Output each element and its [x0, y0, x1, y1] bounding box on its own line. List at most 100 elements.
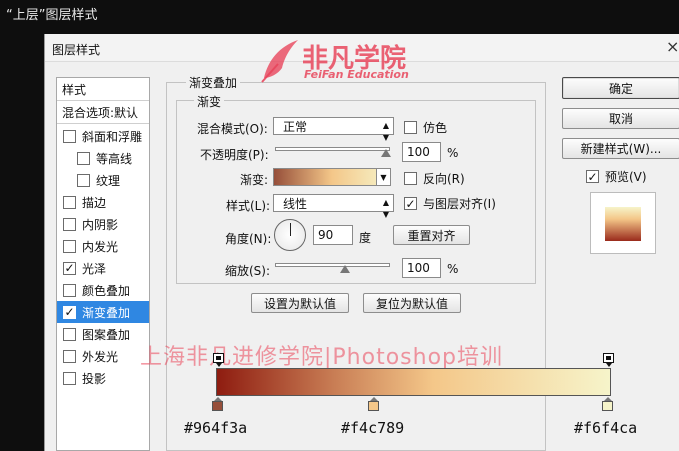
color-stop-2[interactable]: [368, 397, 379, 411]
sidebar-item-texture[interactable]: 纹理: [57, 169, 149, 191]
sidebar-item-label: 外发光: [82, 349, 119, 364]
sidebar-header[interactable]: 样式: [57, 78, 149, 100]
updown-arrow-icon: ▲ ▼: [382, 121, 389, 142]
watermark-text: 上海非凡进修学院|Photoshop培训: [140, 345, 503, 370]
opacity-stop-right[interactable]: [603, 353, 614, 367]
new-style-button[interactable]: 新建样式(W)...: [562, 138, 679, 159]
opacity-slider-thumb[interactable]: [381, 149, 391, 157]
sidebar-item-label: 光泽: [82, 261, 107, 276]
inner-shadow-checkbox[interactable]: [63, 217, 76, 231]
angle-indicator: [290, 223, 291, 236]
set-default-button[interactable]: 设置为默认值: [251, 293, 349, 313]
logo-english-text: FeiFan Education: [304, 68, 409, 81]
angle-input[interactable]: 90: [313, 225, 353, 245]
color-stop-1[interactable]: [212, 397, 223, 411]
satin-checkbox[interactable]: ✓: [63, 261, 76, 275]
sidebar-item-gradient-overlay[interactable]: ✓ 渐变叠加: [57, 301, 149, 323]
angle-dial[interactable]: [274, 219, 306, 251]
angle-unit: 度: [359, 231, 372, 245]
sidebar-item-contour[interactable]: 等高线: [57, 147, 149, 169]
sidebar-item-satin[interactable]: ✓ 光泽: [57, 257, 149, 279]
blend-mode-value: 正常: [283, 119, 308, 134]
bevel-emboss-checkbox[interactable]: [63, 129, 76, 143]
color-stop-2-hex: #f4c789: [341, 419, 405, 437]
texture-checkbox[interactable]: [77, 173, 90, 187]
sidebar-item-inner-shadow[interactable]: 内阴影: [57, 213, 149, 235]
dither-option[interactable]: 仿色: [404, 119, 447, 136]
sidebar-item-outer-glow[interactable]: 外发光: [57, 345, 149, 367]
sidebar-item-drop-shadow[interactable]: 投影: [57, 367, 149, 389]
preview-swatch: [605, 207, 641, 241]
style-preview: [590, 192, 656, 254]
close-icon[interactable]: ×: [666, 37, 679, 56]
drop-shadow-checkbox[interactable]: [63, 371, 76, 385]
dither-label: 仿色: [423, 121, 448, 135]
scale-slider-thumb[interactable]: [340, 265, 350, 273]
pattern-overlay-checkbox[interactable]: [63, 327, 76, 341]
updown-arrow-icon: ▲ ▼: [382, 198, 389, 219]
opacity-input[interactable]: 100: [402, 142, 441, 162]
scale-label: 缩放(S):: [225, 264, 271, 278]
preview-label: 预览(V): [605, 170, 647, 184]
outer-title: “上层”图层样式: [6, 8, 98, 23]
align-with-layer-option[interactable]: ✓ 与图层对齐(I): [404, 195, 496, 212]
dialog-title: 图层样式: [52, 43, 101, 57]
opacity-slider[interactable]: [275, 147, 390, 151]
scale-unit: %: [447, 262, 459, 276]
sidebar-item-label: 内阴影: [82, 217, 119, 232]
blend-mode-label: 混合模式(O):: [197, 122, 268, 136]
color-overlay-checkbox[interactable]: [63, 283, 76, 297]
cancel-button[interactable]: 取消: [562, 108, 679, 129]
dither-checkbox[interactable]: [404, 121, 417, 134]
sidebar-blend-options[interactable]: 混合选项:默认: [57, 101, 149, 123]
sidebar-item-label: 纹理: [96, 173, 121, 188]
preview-option[interactable]: ✓ 预览(V): [586, 168, 647, 185]
reverse-option[interactable]: 反向(R): [404, 170, 465, 187]
angle-label: 角度(N):: [225, 232, 272, 246]
scale-slider[interactable]: [275, 263, 390, 267]
sidebar-item-label: 等高线: [96, 151, 133, 166]
feather-logo-icon: [261, 40, 298, 83]
align-with-layer-label: 与图层对齐(I): [423, 197, 496, 211]
sidebar-item-bevel-emboss[interactable]: 斜面和浮雕: [57, 125, 149, 147]
group-title: 渐变: [194, 93, 225, 110]
color-stop-3-hex: #f6f4ca: [574, 419, 638, 437]
preview-checkbox[interactable]: ✓: [586, 170, 599, 183]
sidebar-item-inner-glow[interactable]: 内发光: [57, 235, 149, 257]
gradient-picker[interactable]: ▼: [273, 168, 391, 186]
color-stop-3[interactable]: [602, 397, 613, 411]
section-title: 渐变叠加: [186, 74, 241, 91]
stroke-checkbox[interactable]: [63, 195, 76, 209]
sidebar-item-color-overlay[interactable]: 颜色叠加: [57, 279, 149, 301]
blend-mode-select[interactable]: 正常 ▲ ▼: [273, 117, 394, 142]
style-label: 样式(L):: [226, 199, 271, 213]
reverse-label: 反向(R): [423, 172, 465, 186]
sidebar-item-label: 投影: [82, 371, 107, 386]
contour-checkbox[interactable]: [77, 151, 90, 165]
sidebar-item-stroke[interactable]: 描边: [57, 191, 149, 213]
sidebar-item-label: 内发光: [82, 239, 119, 254]
opacity-stop-left[interactable]: [213, 353, 224, 367]
sidebar-item-label: 图案叠加: [82, 327, 131, 342]
sidebar-item-label: 斜面和浮雕: [82, 129, 143, 144]
reset-alignment-button[interactable]: 重置对齐: [393, 225, 470, 245]
sidebar-divider: [57, 123, 149, 124]
gradient-bar: [216, 368, 611, 396]
gradient-overlay-checkbox[interactable]: ✓: [63, 305, 76, 319]
styles-sidebar: 样式 混合选项:默认 斜面和浮雕 等高线 纹理 描边 内阴影 内发光 ✓ 光泽 …: [56, 77, 150, 451]
align-with-layer-checkbox[interactable]: ✓: [404, 197, 417, 210]
sidebar-item-pattern-overlay[interactable]: 图案叠加: [57, 323, 149, 345]
reverse-checkbox[interactable]: [404, 172, 417, 185]
opacity-unit: %: [447, 146, 459, 160]
inner-glow-checkbox[interactable]: [63, 239, 76, 253]
style-value: 线性: [283, 196, 308, 211]
chevron-down-icon[interactable]: ▼: [376, 169, 390, 185]
sidebar-item-label: 渐变叠加: [82, 305, 131, 320]
scale-input[interactable]: 100: [402, 258, 441, 278]
ok-button[interactable]: 确定: [562, 77, 679, 99]
outer-glow-checkbox[interactable]: [63, 349, 76, 363]
style-select[interactable]: 线性 ▲ ▼: [273, 194, 394, 219]
reset-default-button[interactable]: 复位为默认值: [363, 293, 461, 313]
feifan-logo: 非凡学院 FeiFan Education: [258, 38, 418, 84]
gradient-label: 渐变:: [240, 173, 269, 187]
